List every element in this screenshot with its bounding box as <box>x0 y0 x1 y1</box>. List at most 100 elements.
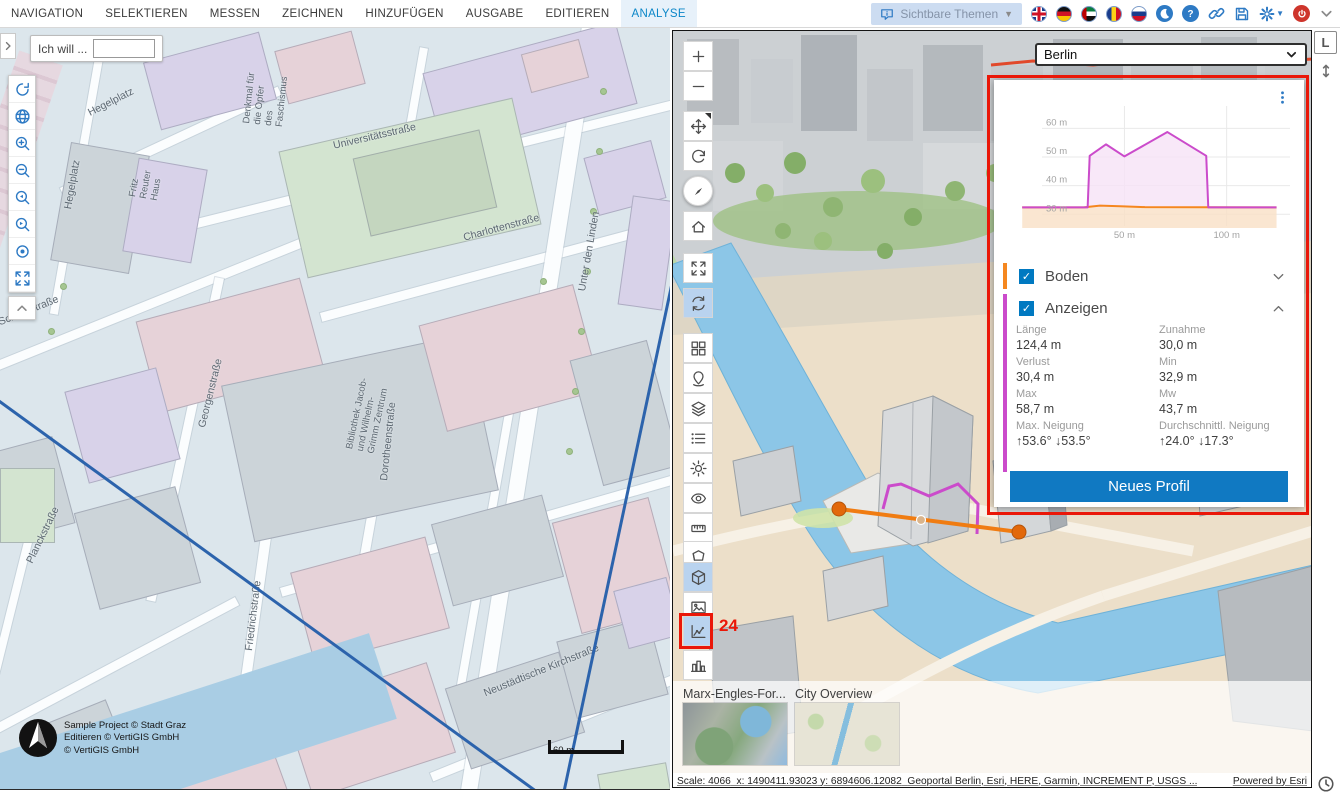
locate-icon[interactable] <box>9 238 35 265</box>
magnify-in-icon[interactable] <box>9 130 35 157</box>
chevron-down-icon[interactable] <box>1271 269 1286 284</box>
layers-icon[interactable] <box>683 393 713 423</box>
svg-text:50 m: 50 m <box>1046 146 1067 157</box>
settings-icon[interactable]: ▼ <box>1259 6 1284 22</box>
flag-germany-icon[interactable] <box>1056 6 1072 22</box>
visible-themes-label: Sichtbare Themen <box>900 7 998 21</box>
menu-tab-selektieren[interactable]: SELEKTIEREN <box>94 0 199 27</box>
place-pin-icon[interactable] <box>683 363 713 393</box>
stat-länge: Länge124,4 m <box>1016 323 1159 355</box>
submenu-corner <box>705 113 711 119</box>
i-want-to-input[interactable] <box>93 39 155 58</box>
buildings-icon[interactable] <box>683 650 713 680</box>
scene-statusbar: Scale: 4066 x: 1490411.93023 y: 6894606.… <box>673 773 1311 788</box>
sync-views-icon[interactable] <box>683 288 713 318</box>
layer-checkbox[interactable]: ✓ <box>1019 301 1034 316</box>
visible-themes-button[interactable]: Sichtbare Themen ▼ <box>871 3 1022 25</box>
save-icon[interactable] <box>1234 6 1250 22</box>
map-2d-toolbar <box>8 75 36 293</box>
scalebar-label: 60 m <box>551 745 574 756</box>
slice-icon[interactable] <box>683 562 713 592</box>
help-icon[interactable]: ? <box>1182 5 1199 22</box>
street-label: Fritz Reuter Haus <box>128 157 167 202</box>
svg-text:40 m: 40 m <box>1046 175 1067 186</box>
menu-tab-ausgabe[interactable]: AUSGABE <box>455 0 535 27</box>
profile-statistics: Länge124,4 mZunahme30,0 mVerlust30,4 mMi… <box>1016 323 1286 451</box>
panel-divider-handle-icon[interactable] <box>1315 59 1337 83</box>
tree <box>600 88 607 95</box>
right-rail: L <box>1312 28 1340 811</box>
night-mode-icon[interactable] <box>1156 5 1173 22</box>
scene-select-value: Berlin <box>1044 47 1077 62</box>
daylight-icon[interactable] <box>683 453 713 483</box>
stat-zunahme: Zunahme30,0 m <box>1159 323 1286 355</box>
compass-icon[interactable] <box>683 176 713 206</box>
full-extent-icon[interactable] <box>683 253 713 283</box>
menu-tab-hinzufügen[interactable]: HINZUFÜGEN <box>354 0 454 27</box>
magnify-out-icon[interactable] <box>9 157 35 184</box>
stat-min: Min32,9 m <box>1159 355 1286 387</box>
scene-select-dropdown[interactable]: Berlin <box>1035 43 1307 66</box>
map-2d-view[interactable]: HegelplatzHegelplatzUniversitätsstraßeCh… <box>0 28 670 790</box>
panel-expander-button[interactable] <box>0 33 16 59</box>
link-icon[interactable] <box>1208 5 1225 22</box>
stat-max: Max58,7 m <box>1016 387 1159 419</box>
annotation-number: 24 <box>719 616 738 636</box>
power-icon[interactable] <box>1293 5 1310 22</box>
clock-icon[interactable] <box>1316 774 1336 794</box>
collapse-up-icon[interactable] <box>8 296 36 320</box>
menu-tab-editieren[interactable]: EDITIEREN <box>534 0 620 27</box>
svg-text:60 m: 60 m <box>1046 117 1067 128</box>
rotate-icon[interactable] <box>683 141 713 171</box>
layer-checkbox[interactable]: ✓ <box>1019 269 1034 284</box>
statusbar-text: Scale: 4066 x: 1490411.93023 y: 6894606.… <box>677 776 1197 787</box>
scene-3d-view[interactable]: Berlin Marx-Engles-For... City Overview … <box>672 30 1312 788</box>
attribution-line: © VertiGIS GmbH <box>64 745 186 757</box>
flag-uae-icon[interactable] <box>1081 6 1097 22</box>
next-extent-icon[interactable] <box>9 211 35 238</box>
globe-icon[interactable] <box>9 103 35 130</box>
zoom-in-icon[interactable] <box>683 41 713 71</box>
layer-label: Boden <box>1045 268 1088 285</box>
tree <box>540 278 547 285</box>
bookmark-thumbnail-city-overview[interactable] <box>795 703 899 765</box>
pan-icon[interactable] <box>683 111 713 141</box>
new-profile-button[interactable]: Neues Profil <box>1010 471 1288 502</box>
topbar-actions: Sichtbare Themen ▼ ? ▼ <box>871 3 1340 25</box>
visibility-icon[interactable] <box>683 483 713 513</box>
attribution-line: Editieren © VertiGIS GmbH <box>64 732 186 744</box>
chevron-down-icon: ▼ <box>1004 9 1013 19</box>
menu-tab-zeichnen[interactable]: ZEICHNEN <box>271 0 354 27</box>
previous-extent-icon[interactable] <box>9 184 35 211</box>
street-label: Denkmal für die Opfer des Faschismus <box>242 71 291 127</box>
svg-text:100 m: 100 m <box>1213 230 1239 241</box>
elevation-profile-icon[interactable] <box>683 616 713 646</box>
kebab-menu-icon[interactable] <box>1275 90 1290 110</box>
tree <box>48 328 55 335</box>
menu-tab-analyse[interactable]: ANALYSE <box>621 0 697 27</box>
bookmark-thumbnail-marx-engles[interactable] <box>683 703 787 765</box>
measure-distance-icon[interactable] <box>683 513 713 543</box>
menu-tab-messen[interactable]: MESSEN <box>199 0 271 27</box>
svg-text:30 m: 30 m <box>1046 203 1067 214</box>
scalebar: 60 m <box>548 740 624 754</box>
flag-russia-icon[interactable] <box>1131 6 1147 22</box>
stat-verlust: Verlust30,4 m <box>1016 355 1159 387</box>
elevation-profile-chart[interactable]: 30 m40 m50 m60 m50 m100 m <box>1002 102 1294 260</box>
viewsheds-icon[interactable] <box>683 333 713 363</box>
profile-layer-row-anzeigen: ✓ Anzeigen <box>994 294 1304 322</box>
bookmarks-strip: Marx-Engles-For... City Overview <box>673 681 1311 773</box>
layout-corner-icon[interactable]: L <box>1314 31 1337 54</box>
flag-uk-icon[interactable] <box>1031 6 1047 22</box>
menu-tab-navigation[interactable]: NAVIGATION <box>0 0 94 27</box>
refresh-icon[interactable] <box>9 76 35 103</box>
layer-label: Anzeigen <box>1045 300 1108 317</box>
chevron-up-icon[interactable] <box>1271 301 1286 316</box>
legend-icon[interactable] <box>683 423 713 453</box>
home-icon[interactable] <box>683 211 713 241</box>
bookmark-label: Marx-Engles-For... <box>683 687 786 701</box>
full-extent-2d-icon[interactable] <box>9 265 35 292</box>
zoom-out-icon[interactable] <box>683 71 713 101</box>
flag-romania-icon[interactable] <box>1106 6 1122 22</box>
collapse-toolbar-icon[interactable] <box>1319 6 1334 21</box>
